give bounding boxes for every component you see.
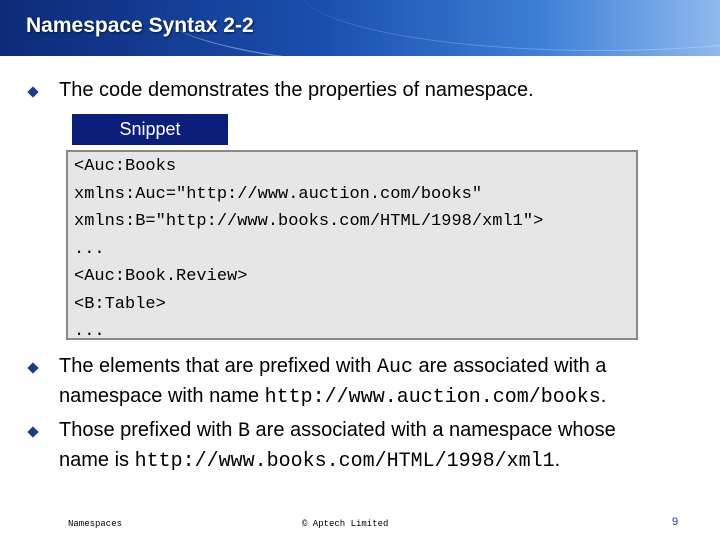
- snippet-label: Snippet: [72, 114, 228, 145]
- bullet-icon: [27, 362, 39, 374]
- text-run: are associated with a: [412, 355, 607, 377]
- slide-title: Namespace Syntax 2-2: [26, 14, 254, 37]
- inline-code: Auc: [376, 356, 413, 379]
- text-run: namespace with name: [59, 385, 265, 407]
- bullet-icon: [27, 86, 39, 98]
- page-number: 9: [672, 516, 679, 528]
- code-line: <Auc:Books: [74, 157, 177, 176]
- inline-code: http://www.books.com/HTML/1998/xml1: [134, 450, 555, 473]
- title-bar: Namespace Syntax 2-2: [0, 0, 720, 56]
- footer-left: Namespaces: [68, 519, 123, 529]
- text-run: Those prefixed with: [59, 419, 238, 441]
- text-run: are associated with a namespace whose: [250, 419, 616, 441]
- code-line: xmlns:Auc="http://www.auction.com/books": [74, 184, 483, 204]
- code-line: ...: [74, 239, 105, 259]
- code-snippet: <Auc:Books xmlns:Auc="http://www.auction…: [66, 150, 638, 341]
- code-line: <Auc:Book.Review>: [74, 267, 248, 286]
- text-run: The elements that are prefixed with: [59, 355, 377, 377]
- code-line: ...: [74, 322, 105, 341]
- bullet-text-1: The code demonstrates the properties of …: [59, 79, 534, 101]
- footer-copyright: © Aptech Limited: [302, 519, 389, 529]
- bullet-icon: [27, 426, 39, 438]
- bullet-text-2: The elements that are prefixed with Auc …: [59, 352, 709, 412]
- bullet-text-3: Those prefixed with B are associated wit…: [59, 416, 709, 476]
- text-run: name is: [59, 449, 135, 471]
- inline-code: B: [237, 420, 250, 443]
- text-run: .: [554, 449, 561, 471]
- text-run: .: [600, 385, 607, 407]
- inline-code: http://www.auction.com/books: [264, 386, 601, 409]
- code-line: <B:Table>: [74, 294, 166, 314]
- code-line: xmlns:B="http://www.books.com/HTML/1998/…: [74, 212, 544, 231]
